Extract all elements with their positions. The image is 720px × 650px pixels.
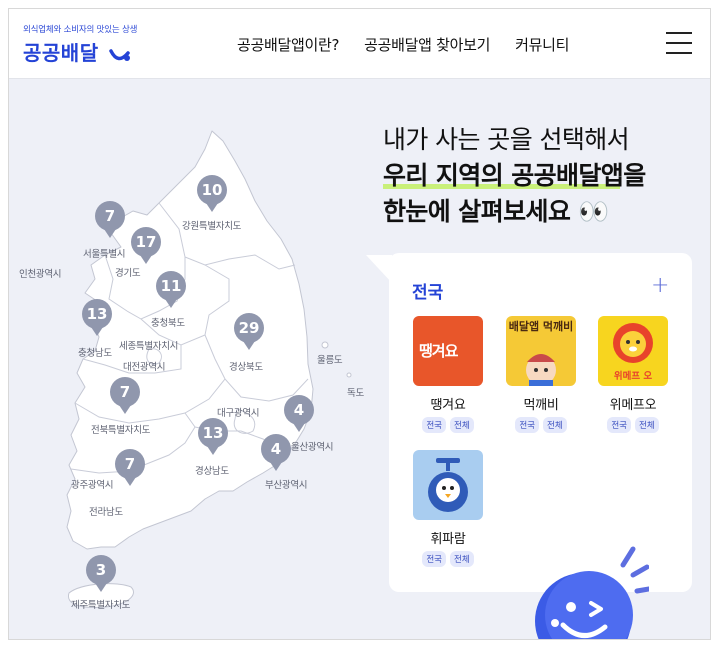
meokkaebi-app-icon[interactable]: 배달앱 먹깨비 xyxy=(506,316,576,386)
map-pin-jeju[interactable]: 3 xyxy=(86,555,116,593)
pin-count: 4 xyxy=(284,395,314,425)
app-tags: 전국 전체 xyxy=(412,551,484,567)
main-nav: 공공배달앱이란? 공공배달앱 찾아보기 커뮤니티 xyxy=(237,34,569,55)
app-tag: 전체 xyxy=(635,417,659,433)
nav-find-app[interactable]: 공공배달앱 찾아보기 xyxy=(364,34,490,55)
korea-map: 강원특별자치도 서울특별시 인천광역시 경기도 충청북도 세종특별자치시 충청남… xyxy=(9,79,389,639)
region-label[interactable]: 서울특별시 xyxy=(83,246,126,260)
app-tag: 전체 xyxy=(450,417,474,433)
headline-line-3: 한눈에 살펴보세요 👀 xyxy=(383,194,646,230)
app-tag: 전체 xyxy=(543,417,567,433)
site-header: 외식업체와 소비자의 맛있는 상생 공공배달 공공배달앱이란? 공공배달앱 찾아… xyxy=(9,9,710,79)
wemakeprice-o-app-icon[interactable]: 위메프 오 xyxy=(598,316,668,386)
region-label[interactable]: 울산광역시 xyxy=(291,439,334,453)
hamburger-menu-icon[interactable] xyxy=(666,32,692,54)
map-pin-chungbuk[interactable]: 11 xyxy=(156,271,186,309)
region-label[interactable]: 강원특별자치도 xyxy=(182,218,241,232)
ttaenggyeoyo-app-icon[interactable]: 땡겨요 xyxy=(413,316,483,386)
ulleungdo-island[interactable] xyxy=(321,341,329,349)
headline-line-2: 우리 지역의 공공배달앱을 xyxy=(383,158,646,194)
region-label[interactable]: 제주특별자치도 xyxy=(71,597,130,611)
app-name: 위메프오 xyxy=(609,398,657,413)
app-list-card: 전국 + 땡겨요 땡겨요 전국 전체 배달앱 먹깨비 먹깨비 전국 전체 위메프… xyxy=(389,253,692,592)
region-label[interactable]: 전라남도 xyxy=(89,504,123,518)
expand-plus-icon[interactable]: + xyxy=(651,273,669,298)
app-tags: 전국 전체 xyxy=(597,417,669,433)
map-pin-chungnam[interactable]: 13 xyxy=(82,299,112,337)
app-icon-text: 위메프 오 xyxy=(613,371,653,382)
map-pin-jeonbuk[interactable]: 7 xyxy=(110,377,140,415)
app-item[interactable]: 휘파람 전국 전체 xyxy=(412,450,484,567)
map-pin-seoul[interactable]: 7 xyxy=(95,201,125,239)
region-label[interactable]: 대구광역시 xyxy=(217,405,260,419)
app-item[interactable]: 위메프 오 위메프오 전국 전체 xyxy=(597,316,669,433)
pin-count: 17 xyxy=(131,227,161,257)
region-label[interactable]: 충청남도 xyxy=(78,345,112,359)
region-label[interactable]: 세종특별자치시 xyxy=(119,338,178,352)
region-label[interactable]: 경상북도 xyxy=(229,359,263,373)
site-logo[interactable]: 외식업체와 소비자의 맛있는 상생 공공배달 xyxy=(23,23,137,66)
map-pin-gyeongnam[interactable]: 13 xyxy=(198,418,228,456)
logo-name: 공공배달 xyxy=(23,37,137,66)
region-label[interactable]: 경기도 xyxy=(115,265,141,279)
region-label[interactable]: 경상남도 xyxy=(195,463,229,477)
app-item[interactable]: 배달앱 먹깨비 먹깨비 전국 전체 xyxy=(505,316,577,433)
eyes-emoji-icon: 👀 xyxy=(578,197,609,226)
region-label[interactable]: 울릉도 xyxy=(317,352,343,366)
app-tag: 전국 xyxy=(422,417,446,433)
logo-name-text: 공공배달 xyxy=(23,41,99,65)
page-frame: 외식업체와 소비자의 맛있는 상생 공공배달 공공배달앱이란? 공공배달앱 찾아… xyxy=(8,8,711,640)
pin-count: 4 xyxy=(261,434,291,464)
page-headline: 내가 사는 곳을 선택해서 우리 지역의 공공배달앱을 한눈에 살펴보세요 👀 xyxy=(383,122,646,230)
lion-face-icon xyxy=(613,323,653,363)
pin-count: 11 xyxy=(156,271,186,301)
app-tag: 전국 xyxy=(422,551,446,567)
map-pin-ulsan[interactable]: 4 xyxy=(284,395,314,433)
region-label[interactable]: 대전광역시 xyxy=(123,359,166,373)
region-label[interactable]: 인천광역시 xyxy=(19,266,62,280)
logo-smile-icon xyxy=(109,48,131,61)
nav-about[interactable]: 공공배달앱이란? xyxy=(237,34,339,55)
card-region-title: 전국 xyxy=(412,283,444,303)
region-label[interactable]: 독도 xyxy=(347,385,364,399)
app-name: 땡겨요 xyxy=(430,398,466,413)
whistle-bird-icon xyxy=(428,458,468,512)
pin-count: 7 xyxy=(95,201,125,231)
region-label[interactable]: 충청북도 xyxy=(151,315,185,329)
map-pin-gwangju[interactable]: 7 xyxy=(115,449,145,487)
pin-count: 29 xyxy=(234,313,264,343)
map-pin-busan[interactable]: 4 xyxy=(261,434,291,472)
app-tags: 전국 전체 xyxy=(505,417,577,433)
pin-count: 10 xyxy=(197,175,227,205)
region-label[interactable]: 부산광역시 xyxy=(265,477,308,491)
region-label[interactable]: 광주광역시 xyxy=(71,477,114,491)
pin-count: 13 xyxy=(198,418,228,448)
app-tag: 전국 xyxy=(515,417,539,433)
app-icon-text: 땡겨요 xyxy=(419,342,458,360)
logo-tagline: 외식업체와 소비자의 맛있는 상생 xyxy=(23,25,138,35)
mascot-face-icon xyxy=(526,354,556,386)
map-pin-gangwon[interactable]: 10 xyxy=(197,175,227,213)
pin-count: 7 xyxy=(110,377,140,407)
pin-count: 7 xyxy=(115,449,145,479)
winking-mascot-icon[interactable] xyxy=(529,545,649,640)
headline-line-3-text: 한눈에 살펴보세요 xyxy=(383,197,571,226)
region-label[interactable]: 전북특별자치도 xyxy=(91,422,150,436)
pin-count: 3 xyxy=(86,555,116,585)
headline-line-2-text: 우리 지역의 공공배달앱을 xyxy=(383,161,646,190)
dokdo-island[interactable] xyxy=(346,372,352,378)
map-pin-gyeonggi[interactable]: 17 xyxy=(131,227,161,265)
map-pin-gyeongbuk[interactable]: 29 xyxy=(234,313,264,351)
app-tag: 전체 xyxy=(450,551,474,567)
headline-line-1: 내가 사는 곳을 선택해서 xyxy=(383,125,630,154)
app-item[interactable]: 땡겨요 땡겨요 전국 전체 xyxy=(412,316,484,433)
whiparam-app-icon[interactable] xyxy=(413,450,483,520)
pin-count: 13 xyxy=(82,299,112,329)
app-icon-text: 배달앱 먹깨비 xyxy=(508,320,574,333)
app-tags: 전국 전체 xyxy=(412,417,484,433)
app-name: 휘파람 xyxy=(430,532,466,547)
app-tag: 전국 xyxy=(607,417,631,433)
nav-community[interactable]: 커뮤니티 xyxy=(515,34,569,55)
app-name: 먹깨비 xyxy=(523,398,559,413)
